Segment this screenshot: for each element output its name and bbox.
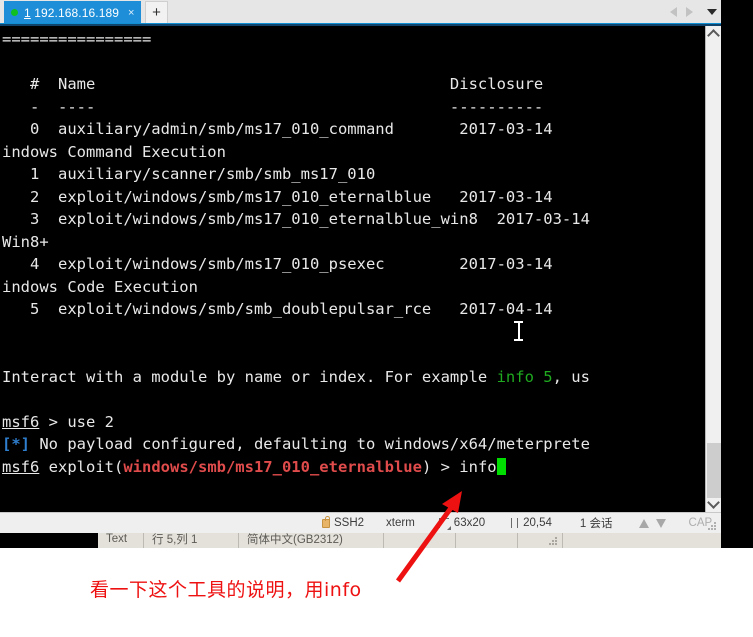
caret-down-icon[interactable] (707, 8, 717, 15)
terminal-line: Interact with a module by name or index.… (2, 366, 705, 389)
terminal-output[interactable]: ================ # Name Disclosure - ---… (0, 26, 705, 512)
triangle-left-icon[interactable] (670, 6, 677, 17)
tab-bar: 1 192.168.16.189 × + (0, 0, 753, 24)
tab-label: 1 192.168.16.189 (24, 6, 119, 20)
terminal-text: indows Command Execution (2, 142, 226, 161)
terminal-line: indows Command Execution (2, 141, 705, 164)
status-sessions: 1 会话 (579, 518, 613, 530)
tab-navigation (670, 0, 717, 23)
new-tab-button[interactable]: + (145, 1, 168, 23)
lock-icon (322, 515, 330, 528)
terminal-line: [*] No payload configured, defaulting to… (2, 433, 705, 456)
terminal-line: 1 auxiliary/scanner/smb/smb_ms17_010 (2, 163, 705, 186)
terminal-text: 1 auxiliary/scanner/smb/smb_ms17_010 (2, 165, 376, 183)
resize-grip-icon[interactable] (708, 522, 717, 531)
terminal-line: # Name Disclosure (2, 73, 705, 96)
resize-icon (438, 518, 451, 530)
text-ibeam-cursor-icon (514, 320, 523, 342)
terminal-text: 4 exploit/windows/smb/ms17_010_psexec 20… (2, 255, 553, 273)
terminal-text: indows Code Execution (2, 277, 198, 296)
terminal-text: No payload configured, defaulting to win… (30, 435, 590, 453)
status-cursor-position-label: 20,54 (523, 517, 552, 529)
terminal-text: Win8+ (2, 232, 49, 251)
arrow-down-icon (655, 518, 666, 528)
terminal-text: 5 exploit/windows/smb/smb_doublepulsar_r… (2, 300, 553, 318)
terminal-line: 4 exploit/windows/smb/ms17_010_psexec 20… (2, 253, 705, 276)
terminal-text: - ---- ---------- (2, 97, 544, 116)
terminal-line: ================ (2, 28, 705, 51)
connection-status-dot-icon (11, 9, 18, 16)
terminal-text: [*] (2, 435, 30, 453)
status-terminal-type: xterm (386, 517, 415, 529)
terminal-line: msf6 exploit(windows/smb/ms17_010_eterna… (2, 456, 705, 479)
terminal-text: msf6 (2, 412, 40, 431)
scrollbar-thumb[interactable] (707, 443, 721, 498)
terminal-line: indows Code Execution (2, 276, 705, 299)
terminal-line: 0 auxiliary/admin/smb/ms17_010_command 2… (2, 118, 705, 141)
terminal-text: 3 exploit/windows/smb/ms17_010_eternalbl… (2, 210, 590, 228)
chevron-down-icon[interactable] (706, 496, 721, 512)
status-size: 63x20 (438, 517, 486, 530)
tab-index: 1 (24, 5, 31, 20)
terminal-text: windows/smb/ms17_010_eternalblue (123, 457, 422, 476)
terminal-line: 3 exploit/windows/smb/ms17_010_eternalbl… (2, 208, 705, 231)
status-transfer-indicators (638, 518, 666, 528)
tab-bar-right-filler (721, 0, 753, 26)
terminal-text: msf6 (2, 457, 40, 476)
triangle-right-icon[interactable] (686, 6, 693, 17)
terminal-text: # Name Disclosure (2, 75, 544, 93)
terminal-text: ) > info (421, 457, 497, 476)
terminal-text: ================ (2, 30, 152, 48)
status-bar: SSH2 xterm 63x20 20,54 1 会话 CAP NUM (0, 512, 747, 533)
status-size-label: 63x20 (453, 517, 486, 529)
terminal-cursor (496, 457, 506, 475)
terminal-text: , us (552, 367, 590, 386)
terminal-line: msf6 > use 2 (2, 411, 705, 434)
terminal-text: Interact with a module by name or index.… (2, 367, 497, 386)
arrow-up-icon (638, 518, 649, 528)
terminal-text: 2 exploit/windows/smb/ms17_010_eternalbl… (2, 187, 553, 206)
status-bar-right-filler (721, 512, 753, 533)
terminal-text: 0 auxiliary/admin/smb/ms17_010_command 2… (2, 120, 553, 138)
terminal-line: 2 exploit/windows/smb/ms17_010_eternalbl… (2, 186, 705, 209)
terminal-text: > use 2 (39, 412, 114, 431)
annotation-text: 看一下这个工具的说明，用info (90, 579, 362, 601)
terminal-text: info 5 (496, 367, 553, 386)
close-icon[interactable]: × (128, 7, 134, 19)
bg-resize-grip-icon[interactable] (549, 536, 558, 546)
cursor-position-icon (511, 518, 519, 528)
terminal-text: exploit( (39, 457, 124, 476)
status-cursor-position: 20,54 (511, 517, 552, 529)
terminal-tab[interactable]: 1 192.168.16.189 × (4, 1, 142, 24)
terminal-scrollbar[interactable] (705, 26, 721, 512)
terminal-line: Win8+ (2, 231, 705, 254)
status-protocol: SSH2 (322, 515, 365, 529)
tab-host: 192.168.16.189 (34, 5, 120, 20)
chevron-up-icon[interactable] (706, 26, 721, 42)
terminal-line: - ---- ---------- (2, 96, 705, 119)
terminal-line: 5 exploit/windows/smb/smb_doublepulsar_r… (2, 298, 705, 321)
status-protocol-label: SSH2 (334, 517, 365, 529)
